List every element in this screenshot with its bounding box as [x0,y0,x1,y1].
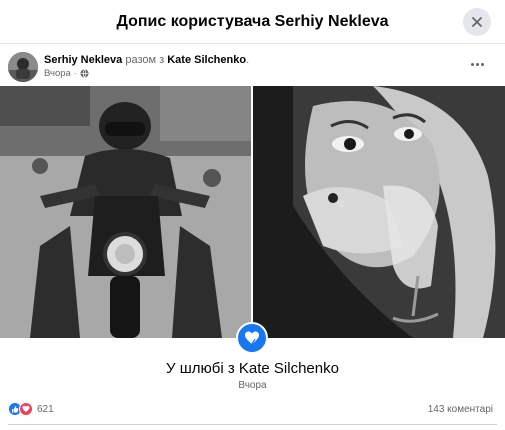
reaction-icons [8,402,33,416]
author-name-link[interactable]: Serhiy Nekleva [44,54,122,66]
tagged-suffix: . [246,54,250,66]
photo-woman-glass[interactable] [253,86,505,338]
life-event-badge [236,322,268,354]
modal-title: Допис користувача Serhiy Nekleva [116,12,389,30]
author-line: Serhiy Nekleva разом з Kate Silchenko. [44,54,249,66]
footer-divider [8,424,497,425]
globe-icon[interactable] [79,69,89,78]
love-icon [19,402,33,416]
more-dot [475,62,479,66]
life-event-time: Вчора [238,380,267,391]
post-header: Serhiy Nekleva разом з Kate Silchenko. В… [0,44,505,86]
post-meta: Вчора · [44,68,89,79]
post-time-link[interactable]: Вчора [44,68,71,79]
reactions-summary[interactable]: 621 [8,402,54,416]
photo-motorcycle[interactable] [0,86,251,338]
close-icon [472,17,482,27]
more-dot [480,62,484,66]
tagged-user-link[interactable]: Kate Silchenko [167,54,246,66]
heart-icon [245,331,259,345]
close-button[interactable] [463,8,491,36]
comments-count-link[interactable]: 143 коментарі [428,404,493,415]
life-event-title: У шлюбі з Kate Silchenko [166,360,339,377]
more-options-button[interactable] [467,56,487,72]
meta-separator: · [73,69,77,78]
modal-header: Допис користувача Serhiy Nekleva [0,0,505,44]
avatar[interactable] [8,52,38,82]
with-text: разом з [125,54,165,66]
reactions-count: 621 [37,403,54,415]
photo-collage [0,86,505,338]
more-horizontal-icon [470,62,474,66]
